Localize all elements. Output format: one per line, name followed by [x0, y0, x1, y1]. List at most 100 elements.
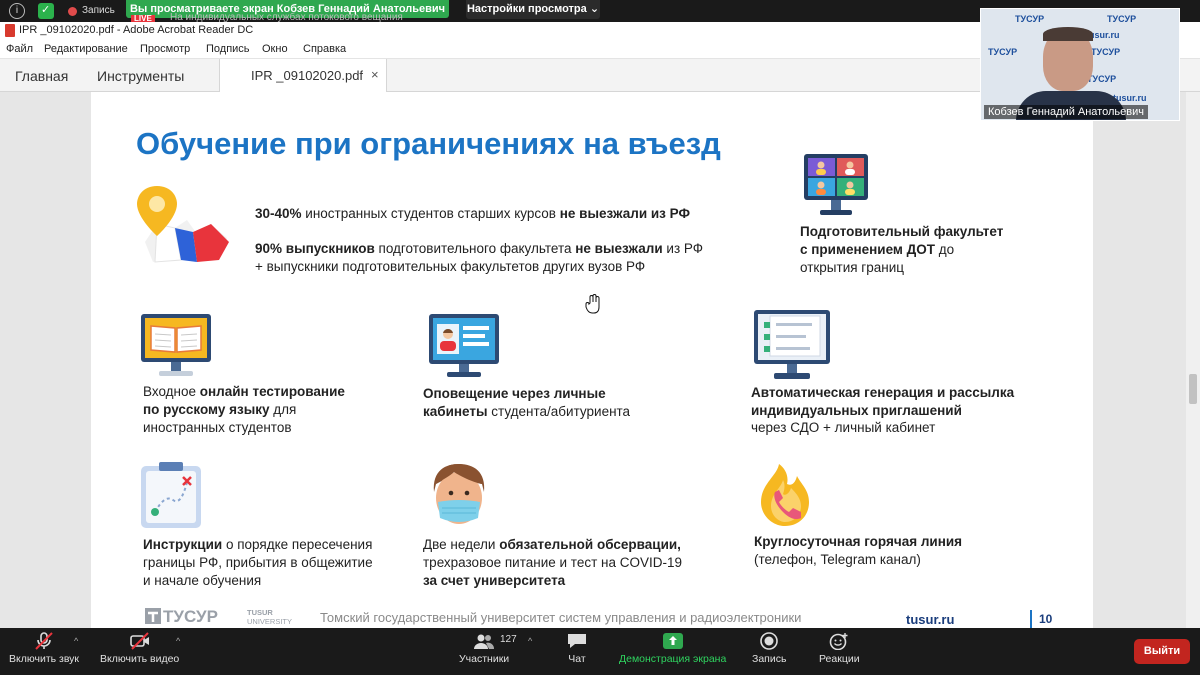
participants-options-caret-icon[interactable]: ^: [528, 636, 532, 646]
record-indicator-icon: [68, 7, 77, 16]
participants-label: Участники: [459, 653, 510, 665]
hand-cursor-icon: [585, 294, 600, 314]
intro-1a: 30-40%: [255, 206, 302, 221]
chat-label: Чат: [568, 653, 586, 665]
tab-tools[interactable]: Инструменты: [97, 68, 184, 84]
prep-faculty-2a: с применением ДОТ: [800, 242, 935, 257]
tab-home[interactable]: Главная: [15, 68, 68, 84]
menu-file[interactable]: Файл: [6, 43, 33, 55]
menu-view[interactable]: Просмотр: [140, 43, 190, 55]
start-video-button[interactable]: Включить видео: [100, 632, 179, 665]
notify-2b: студента/абитуриента: [487, 404, 631, 419]
quarantine-1a: Две недели: [423, 537, 500, 552]
tusur-logo-sub1: TUSUR: [247, 608, 273, 617]
security-shield-icon[interactable]: [38, 3, 54, 19]
notify-line-2: кабинеты студента/абитуриента: [423, 403, 630, 421]
unmute-button[interactable]: Включить звук: [9, 632, 79, 665]
russia-map-pin-icon: [137, 186, 229, 263]
view-options-button[interactable]: Настройки просмотра ⌄: [466, 0, 600, 19]
intro-line-1: 30-40% иностранных студентов старших кур…: [255, 205, 690, 223]
reactions-button[interactable]: Реакции: [819, 632, 860, 665]
share-screen-icon: [662, 633, 683, 649]
hotline-line-2: (телефон, Telegram канал): [754, 552, 921, 567]
testing-2a: по русскому языку: [143, 402, 270, 417]
intro-line-2: 90% выпускников подготовительного факуль…: [255, 240, 703, 258]
slide-title: Обучение при ограничениях на въезд: [136, 126, 721, 161]
close-icon[interactable]: ×: [371, 67, 379, 82]
backdrop-logo: ТУСУР: [988, 47, 1018, 57]
autogen-line-2: индивидуальных приглашений: [751, 403, 962, 418]
backdrop-logo: ТУСУР: [1015, 14, 1045, 24]
info-icon[interactable]: i: [9, 3, 25, 19]
tusur-logo-main: ТУСУР: [163, 607, 218, 626]
chevron-down-icon: ⌄: [589, 3, 600, 15]
footer-url: tusur.ru: [906, 612, 955, 627]
intro-2d: из РФ: [662, 241, 704, 256]
speaker-hair: [1043, 27, 1093, 41]
share-screen-label: Демонстрация экрана: [619, 653, 727, 665]
autogen-line-1: Автоматическая генерация и рассылка: [751, 385, 1015, 400]
video-conference-monitor-icon: [804, 154, 868, 215]
tab-document[interactable]: IPR _09102020.pdf ×: [219, 59, 387, 92]
notify-2a: кабинеты: [423, 404, 488, 419]
reactions-label: Реакции: [819, 653, 860, 665]
prep-faculty-line-1: Подготовительный факультет: [800, 224, 1004, 239]
user-profile-monitor-icon: [429, 314, 499, 377]
window-title: IPR _09102020.pdf - Adobe Acrobat Reader…: [19, 24, 254, 36]
testing-1a: Входное: [143, 384, 200, 399]
intro-1b: иностранных студентов старших курсов: [301, 206, 560, 221]
hotline-phone-icon: [761, 464, 809, 526]
video-options-caret-icon[interactable]: ^: [176, 636, 180, 646]
instructions-line-2: границы РФ, прибытия в общежитие: [143, 555, 373, 570]
quarantine-1b: обязательной обсервации,: [499, 537, 681, 552]
instructions-1b: о порядке пересечения: [222, 537, 373, 552]
autogen-line-3: через СДО + личный кабинет: [751, 420, 936, 435]
record-icon: [760, 632, 779, 650]
prep-faculty-line-2: с применением ДОТ до: [800, 241, 954, 259]
record-label: Запись: [82, 5, 115, 16]
menu-edit[interactable]: Редактирование: [44, 43, 128, 55]
quarantine-line-2: трехразовое питание и тест на COVID-19: [423, 555, 682, 570]
masked-person-icon: [433, 464, 485, 524]
tusur-logo: ТУСУР TUSUR UNIVERSITY: [145, 607, 292, 626]
unmute-label: Включить звук: [9, 653, 80, 665]
backdrop-logo: ТУСУР: [1091, 47, 1121, 57]
view-options-label: Настройки просмотра: [466, 3, 587, 15]
page-number: 10: [1039, 612, 1053, 626]
instructions-line-1: Инструкции о порядке пересечения: [143, 536, 372, 554]
record-button[interactable]: Запись: [752, 632, 786, 665]
audio-options-caret-icon[interactable]: ^: [74, 636, 78, 646]
document-viewer[interactable]: Обучение при ограничениях на въезд 30-40…: [0, 92, 1200, 628]
participants-count: 127: [500, 634, 517, 645]
scrollbar-thumb[interactable]: [1189, 374, 1197, 404]
instructions-line-3: и начале обучения: [143, 573, 262, 588]
prep-faculty-2b: до: [935, 242, 955, 257]
document-tab-label: IPR _09102020.pdf: [251, 68, 364, 83]
intro-line-3: + выпускники подготовительных факультето…: [255, 259, 646, 274]
pdf-file-icon: [5, 24, 15, 37]
leave-meeting-button[interactable]: Выйти: [1134, 639, 1190, 664]
intro-2a: 90% выпускников: [255, 241, 375, 256]
footer-university-name: Томский государственный университет сист…: [320, 610, 802, 625]
speaker-video-tile[interactable]: ТУСУР ТУСУР tusur.ru ТУСУР ТУСУР ТУСУР t…: [980, 8, 1180, 121]
book-monitor-icon: [141, 314, 211, 376]
testing-line-2: по русскому языку для: [143, 401, 296, 419]
participants-icon: [474, 634, 495, 649]
speaker-name-label: Кобзев Геннадий Анатольевич: [984, 105, 1148, 119]
share-screen-button[interactable]: Демонстрация экрана: [619, 632, 726, 665]
zoom-meeting-controls: Включить звук ^ Включить видео ^ Участни…: [0, 628, 1200, 675]
chat-button[interactable]: Чат: [566, 632, 588, 665]
prep-faculty-line-3: открытия границ: [800, 260, 904, 275]
menu-sign[interactable]: Подпись: [206, 43, 250, 55]
hotline-line-1: Круглосуточная горячая линия: [754, 534, 963, 549]
vertical-scrollbar[interactable]: [1186, 92, 1200, 628]
pdf-page: Обучение при ограничениях на въезд 30-40…: [91, 92, 1093, 628]
testing-line-3: иностранных студентов: [143, 420, 292, 435]
footer-divider: [1030, 610, 1032, 628]
camera-off-icon: [129, 632, 149, 650]
testing-line-1: Входное онлайн тестирование: [143, 383, 345, 401]
menu-window[interactable]: Окно: [262, 43, 288, 55]
chat-icon: [568, 634, 586, 648]
menu-help[interactable]: Справка: [303, 43, 346, 55]
checklist-monitor-icon: [754, 310, 830, 379]
